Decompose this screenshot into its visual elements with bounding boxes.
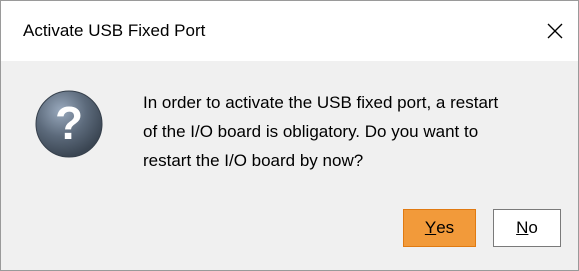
dialog-window: Activate USB Fixed Port ? In order to ac… <box>0 0 579 271</box>
yes-mnemonic: Y <box>424 218 437 237</box>
dialog-title: Activate USB Fixed Port <box>23 21 206 40</box>
message-text: In order to activate the USB fixed port,… <box>143 88 568 175</box>
close-icon <box>547 23 563 39</box>
message-line: restart the I/O board by now? <box>143 151 364 170</box>
close-button[interactable] <box>532 1 578 61</box>
yes-button[interactable]: Yes <box>403 209 476 247</box>
message-line: of the I/O board is obligatory. Do you w… <box>143 122 479 141</box>
no-mnemonic: N <box>516 218 529 237</box>
no-label-rest: o <box>528 218 538 237</box>
question-icon: ? <box>35 90 103 158</box>
yes-label-rest: es <box>436 218 455 237</box>
svg-text:?: ? <box>55 97 83 149</box>
message-line: In order to activate the USB fixed port,… <box>143 93 499 112</box>
dialog-body: ? In order to activate the USB fixed por… <box>1 61 578 270</box>
title-bar: Activate USB Fixed Port <box>1 1 578 61</box>
no-button[interactable]: No <box>493 209 561 247</box>
